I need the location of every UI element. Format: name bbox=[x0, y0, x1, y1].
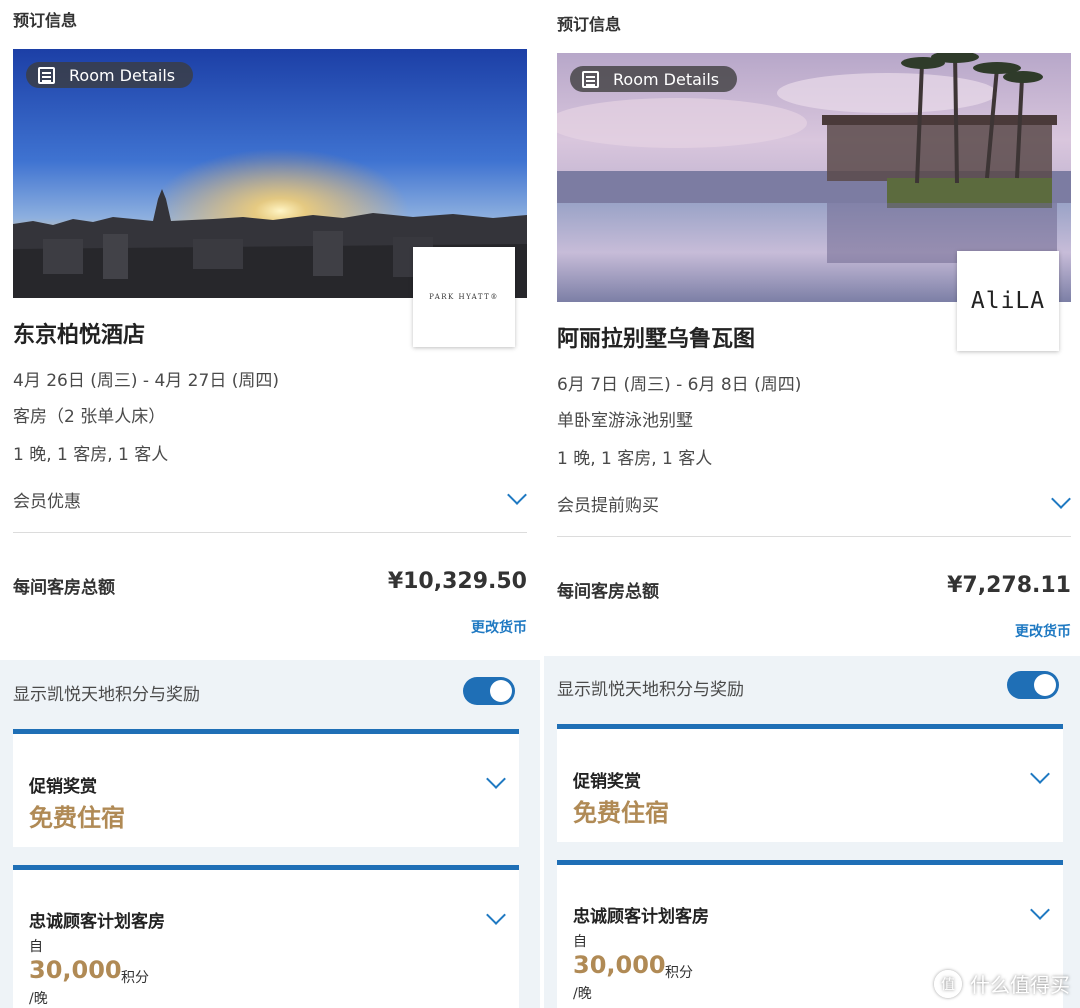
room-details-label: Room Details bbox=[613, 69, 720, 89]
logo-text: AliLA bbox=[970, 288, 1046, 314]
list-icon bbox=[582, 70, 599, 88]
loyalty-points-unit: 积分 bbox=[665, 965, 693, 981]
toggle-label: 显示凯悦天地积分与奖励 bbox=[557, 680, 744, 700]
promo-value: 免费住宿 bbox=[29, 804, 125, 832]
member-rate-toggle[interactable]: 会员优惠 bbox=[13, 487, 81, 512]
hotel-logo: PARK HYATT® bbox=[413, 247, 515, 347]
room-details-button[interactable]: Room Details bbox=[570, 66, 738, 92]
section-title: 预订信息 bbox=[557, 15, 622, 34]
divider bbox=[13, 532, 527, 533]
promo-value: 免费住宿 bbox=[573, 799, 669, 827]
hotel-logo: AliLA bbox=[957, 251, 1059, 351]
loyalty-title: 忠诚顾客计划客房 bbox=[573, 907, 709, 927]
list-icon bbox=[38, 66, 55, 84]
occupancy: 1 晚, 1 客房, 1 客人 bbox=[13, 445, 169, 465]
section-title: 预订信息 bbox=[13, 11, 78, 30]
room-type: 单卧室游泳池别墅 bbox=[557, 411, 693, 431]
chevron-down-icon[interactable] bbox=[1030, 900, 1050, 920]
total-label: 每间客房总额 bbox=[13, 578, 115, 598]
promo-title: 促销奖赏 bbox=[29, 777, 97, 797]
change-currency-link[interactable]: 更改货币 bbox=[1015, 621, 1071, 641]
promo-award-card[interactable]: 促销奖赏 免费住宿 bbox=[557, 724, 1063, 842]
chevron-down-icon[interactable] bbox=[507, 485, 527, 505]
loyalty-from: 自 bbox=[29, 939, 43, 955]
toggle-knob bbox=[1034, 674, 1056, 696]
loyalty-points-unit: 积分 bbox=[121, 970, 149, 986]
loyalty-per-night: /晚 bbox=[29, 991, 48, 1007]
smzdm-logo-icon: 值 bbox=[934, 969, 962, 998]
room-details-button[interactable]: Room Details bbox=[26, 62, 194, 88]
occupancy: 1 晚, 1 客房, 1 客人 bbox=[557, 449, 713, 469]
stay-dates: 4月 26日 (周三) - 4月 27日 (周四) bbox=[13, 371, 279, 391]
room-details-label: Room Details bbox=[69, 65, 176, 85]
loyalty-points: 30,000 bbox=[573, 951, 666, 979]
rewards-toggle[interactable] bbox=[463, 677, 515, 705]
total-value: ¥10,329.50 bbox=[387, 569, 527, 594]
promo-award-card[interactable]: 促销奖赏 免费住宿 bbox=[13, 729, 519, 847]
booking-panel-alila: 预订信息 Room Details AliLA 阿丽拉别墅乌鲁瓦图 6月 7日 … bbox=[544, 0, 1080, 1008]
hotel-name: 阿丽拉别墅乌鲁瓦图 bbox=[557, 327, 756, 352]
chevron-down-icon[interactable] bbox=[486, 769, 506, 789]
promo-title: 促销奖赏 bbox=[573, 772, 641, 792]
total-value: ¥7,278.11 bbox=[947, 573, 1071, 598]
divider bbox=[557, 536, 1071, 537]
loyalty-title: 忠诚顾客计划客房 bbox=[29, 912, 165, 932]
loyalty-room-card[interactable]: 忠诚顾客计划客房 自 30,000 积分 /晚 bbox=[13, 865, 519, 1008]
room-type: 客房（2 张单人床） bbox=[13, 407, 166, 427]
toggle-label: 显示凯悦天地积分与奖励 bbox=[13, 685, 200, 705]
booking-panel-park-hyatt: 预订信息 Room Details PARK HYATT® 东京柏悦酒店 4月 … bbox=[0, 0, 540, 1008]
loyalty-per-night: /晚 bbox=[573, 986, 592, 1002]
watermark: 值 什么值得买 bbox=[934, 969, 1070, 998]
rewards-toggle[interactable] bbox=[1007, 671, 1059, 699]
change-currency-link[interactable]: 更改货币 bbox=[471, 617, 527, 637]
chevron-down-icon[interactable] bbox=[486, 905, 506, 925]
chevron-down-icon[interactable] bbox=[1051, 489, 1071, 509]
total-label: 每间客房总额 bbox=[557, 582, 659, 602]
hotel-name: 东京柏悦酒店 bbox=[13, 323, 146, 348]
toggle-knob bbox=[490, 680, 512, 702]
loyalty-points: 30,000 bbox=[29, 956, 122, 984]
logo-text: PARK HYATT® bbox=[429, 293, 499, 301]
member-rate-toggle[interactable]: 会员提前购买 bbox=[557, 491, 659, 516]
stay-dates: 6月 7日 (周三) - 6月 8日 (周四) bbox=[557, 375, 802, 395]
loyalty-from: 自 bbox=[573, 934, 587, 950]
watermark-text: 什么值得买 bbox=[970, 973, 1070, 997]
chevron-down-icon[interactable] bbox=[1030, 764, 1050, 784]
